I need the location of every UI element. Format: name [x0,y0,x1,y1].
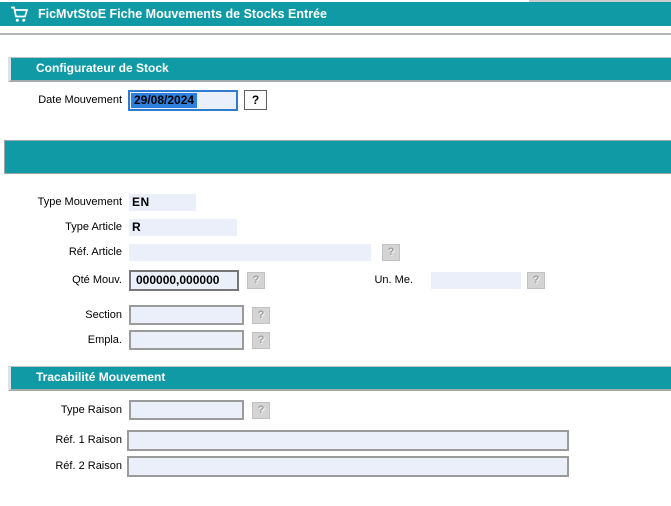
cart-icon [10,6,30,26]
empty-section-band [4,140,671,174]
empla-label: Empla. [0,330,122,350]
section-header-stock-config: Configurateur de Stock [8,57,671,82]
section-title: Tracabilité Mouvement [11,367,671,388]
ref-article-label: Réf. Article [0,244,122,261]
ref1-raison-field[interactable] [127,430,569,451]
type-article-label: Type Article [0,219,122,236]
date-selection: 29/08/2024 [131,93,197,108]
window-title: FicMvtStoE Fiche Mouvements de Stocks En… [38,2,327,26]
type-raison-field[interactable] [129,400,244,420]
section-title: Configurateur de Stock [11,58,671,79]
title-bar: FicMvtStoE Fiche Mouvements de Stocks En… [0,2,671,26]
ref2-raison-field[interactable] [127,456,569,477]
date-mouvement-label: Date Mouvement [0,90,122,111]
type-article-field[interactable]: R [129,219,237,236]
date-mouvement-help-button[interactable]: ? [244,90,267,110]
ref2-raison-label: Réf. 2 Raison [0,456,122,477]
un-me-field[interactable] [431,272,521,289]
type-raison-help-button[interactable]: ? [252,402,270,419]
qte-mouv-help-button[interactable]: ? [247,272,265,289]
qte-mouv-field[interactable]: 000000,000000 [129,270,239,291]
empla-field[interactable] [129,330,244,350]
qte-mouv-label: Qté Mouv. [0,270,122,291]
section-help-button[interactable]: ? [252,307,270,324]
title-divider [0,33,671,35]
ref-article-field[interactable] [129,244,371,261]
type-mouvement-label: Type Mouvement [0,194,122,211]
empla-help-button[interactable]: ? [252,332,270,349]
stock-movement-form-window: FicMvtStoE Fiche Mouvements de Stocks En… [0,0,671,506]
section-label: Section [0,305,122,325]
type-mouvement-field[interactable]: EN [129,194,196,211]
un-me-help-button[interactable]: ? [527,272,545,289]
date-mouvement-field[interactable]: 29/08/2024 [128,90,238,111]
ref1-raison-label: Réf. 1 Raison [0,430,122,451]
un-me-label: Un. Me. [330,272,413,289]
section-field[interactable] [129,305,244,325]
section-header-tracabilite: Tracabilité Mouvement [8,366,671,391]
type-raison-label: Type Raison [0,400,122,420]
ref-article-help-button[interactable]: ? [382,244,400,261]
